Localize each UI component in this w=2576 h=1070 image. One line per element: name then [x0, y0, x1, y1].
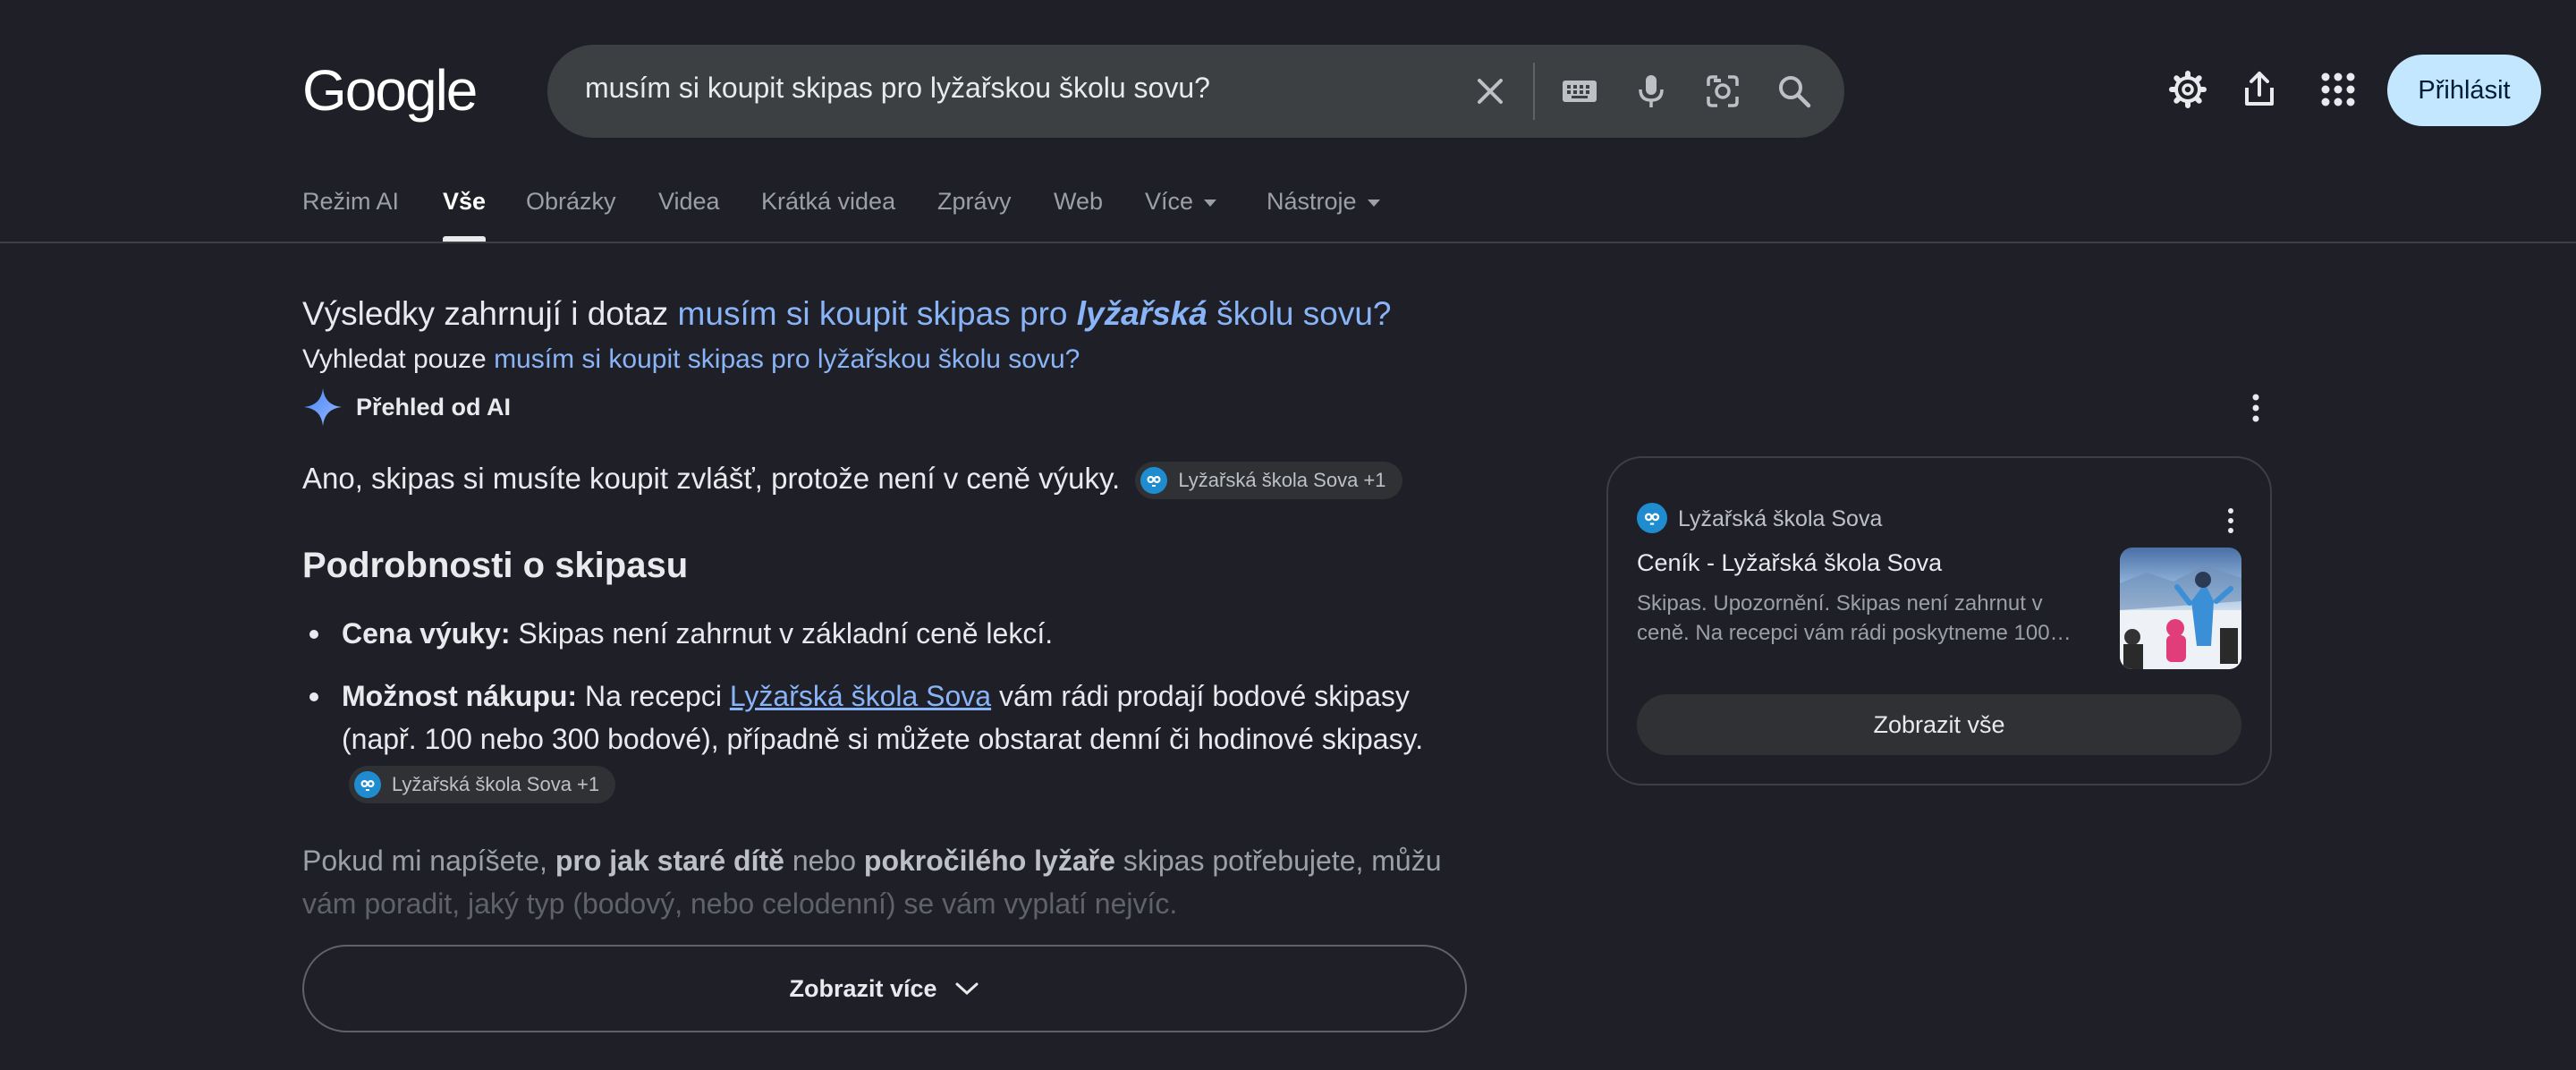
bullet-bold: Cena výuky: — [342, 617, 511, 650]
tab-more-label: Více — [1145, 188, 1194, 215]
followup-text: nebo — [792, 845, 856, 877]
search-input[interactable]: musím si koupit skipas pro lyžařskou ško… — [585, 72, 1210, 105]
gear-icon[interactable] — [2166, 68, 2209, 111]
share-icon[interactable] — [2238, 68, 2281, 111]
spelling-correction: Výsledky zahrnují i dotaz musím si koupi… — [302, 295, 1392, 333]
owl-icon — [354, 770, 381, 798]
bullet-text: Na recepci — [584, 680, 722, 712]
ai-answer-text: Ano, skipas si musíte koupit zvlášť, pro… — [302, 462, 1121, 495]
corrected-query-part2: školu sovu? — [1216, 295, 1392, 332]
source-card[interactable]: Lyžařská škola Sova Ceník - Lyžařská ško… — [1606, 456, 2272, 786]
followup-bold: pro jak staré dítě — [555, 845, 784, 877]
card-snippet: Skipas. Upozornění. Skipas není zahrnut … — [1637, 591, 2072, 645]
show-more-label: Zobrazit více — [789, 974, 937, 1002]
followup-text: skipas potřebujete, můžu — [1123, 845, 1442, 877]
corrected-query-bold: lyžařská — [1076, 295, 1208, 332]
chevron-down-icon — [955, 982, 979, 996]
header-divider — [0, 242, 2576, 243]
search-box[interactable]: musím si koupit skipas pro lyžařskou ško… — [547, 45, 1844, 138]
corrected-query-part1: musím si koupit skipas pro — [677, 295, 1068, 332]
lens-icon[interactable] — [1701, 70, 1744, 113]
search-only-line: Vyhledat pouze musím si koupit skipas pr… — [302, 344, 1080, 375]
show-all-button[interactable]: Zobrazit vše — [1637, 694, 2241, 755]
tab-tools[interactable]: Nástroje — [1267, 188, 1380, 216]
bullet-dot — [309, 630, 318, 639]
search-only-prefix: Vyhledat pouze — [302, 344, 487, 374]
original-query-link[interactable]: musím si koupit skipas pro lyžařskou ško… — [494, 344, 1080, 374]
owl-icon — [1140, 467, 1168, 495]
tab-all[interactable]: Vše — [443, 188, 486, 216]
followup-text-faded: vám poradit, jaký typ (bodový, nebo celo… — [302, 887, 1178, 920]
source-chip-label: Lyžařská škola Sova +1 — [1178, 469, 1386, 492]
apps-icon[interactable] — [2317, 68, 2360, 111]
ai-heading: Podrobnosti o skipasu — [302, 546, 689, 585]
ai-followup: Pokud mi napíšete, pro jak staré dítě ne… — [302, 839, 1492, 925]
bullet-dot — [309, 692, 318, 701]
followup-bold: pokročilého lyžaře — [863, 845, 1115, 877]
ski-photo — [2120, 565, 2241, 669]
tab-images[interactable]: Obrázky — [526, 188, 616, 216]
ai-answer: Ano, skipas si musíte koupit zvlášť, pro… — [302, 462, 1402, 500]
list-item: Cena výuky: Skipas není zahrnut v základ… — [309, 612, 1460, 655]
login-button[interactable]: Přihlásit — [2387, 55, 2541, 126]
card-title[interactable]: Ceník - Lyžařská škola Sova — [1637, 549, 1942, 577]
corrected-query-link[interactable]: musím si koupit skipas pro lyžařská škol… — [678, 295, 1392, 332]
ai-overview-more-icon[interactable] — [2245, 390, 2267, 426]
tab-more[interactable]: Více — [1145, 188, 1217, 216]
chevron-down-icon — [1367, 199, 1380, 207]
tab-tools-label: Nástroje — [1267, 188, 1357, 215]
tab-web[interactable]: Web — [1054, 188, 1103, 216]
tab-short-videos[interactable]: Krátká videa — [761, 188, 895, 216]
card-thumbnail[interactable] — [2120, 548, 2241, 669]
school-link[interactable]: Lyžařská škola Sova — [730, 680, 991, 712]
tab-news[interactable]: Zprávy — [937, 188, 1012, 216]
source-chip[interactable]: Lyžařská škola Sova +1 — [1135, 462, 1402, 500]
followup-text: Pokud mi napíšete, — [302, 845, 547, 877]
source-chip-label: Lyžařská škola Sova +1 — [392, 772, 600, 795]
source-name: Lyžařská škola Sova — [1678, 506, 1883, 531]
search-divider — [1533, 63, 1535, 120]
keyboard-icon[interactable] — [1558, 70, 1601, 113]
close-icon[interactable] — [1469, 70, 1512, 113]
microphone-icon[interactable] — [1630, 70, 1673, 113]
tab-videos[interactable]: Videa — [658, 188, 720, 216]
header: Google musím si koupit skipas pro lyžařs… — [0, 0, 2576, 179]
list-item: Možnost nákupu: Na recepci Lyžařská škol… — [309, 675, 1460, 803]
ai-overview-label: Přehled od AI — [356, 394, 512, 420]
source-chip[interactable]: Lyžařská škola Sova +1 — [349, 765, 616, 803]
bullet-bold: Možnost nákupu: — [342, 680, 578, 712]
bullet-text: Skipas není zahrnut v základní ceně lekc… — [518, 617, 1054, 650]
card-more-icon[interactable] — [2222, 505, 2240, 537]
ai-sparkle-icon — [304, 388, 342, 426]
chevron-down-icon — [1204, 199, 1217, 207]
show-more-button[interactable]: Zobrazit více — [302, 945, 1467, 1032]
google-logo[interactable]: Google — [302, 57, 478, 123]
search-icon[interactable] — [1773, 70, 1816, 113]
tab-ai-mode[interactable]: Režim AI — [302, 188, 399, 216]
correction-prefix: Výsledky zahrnují i dotaz — [302, 295, 669, 332]
owl-icon — [1637, 503, 1667, 533]
